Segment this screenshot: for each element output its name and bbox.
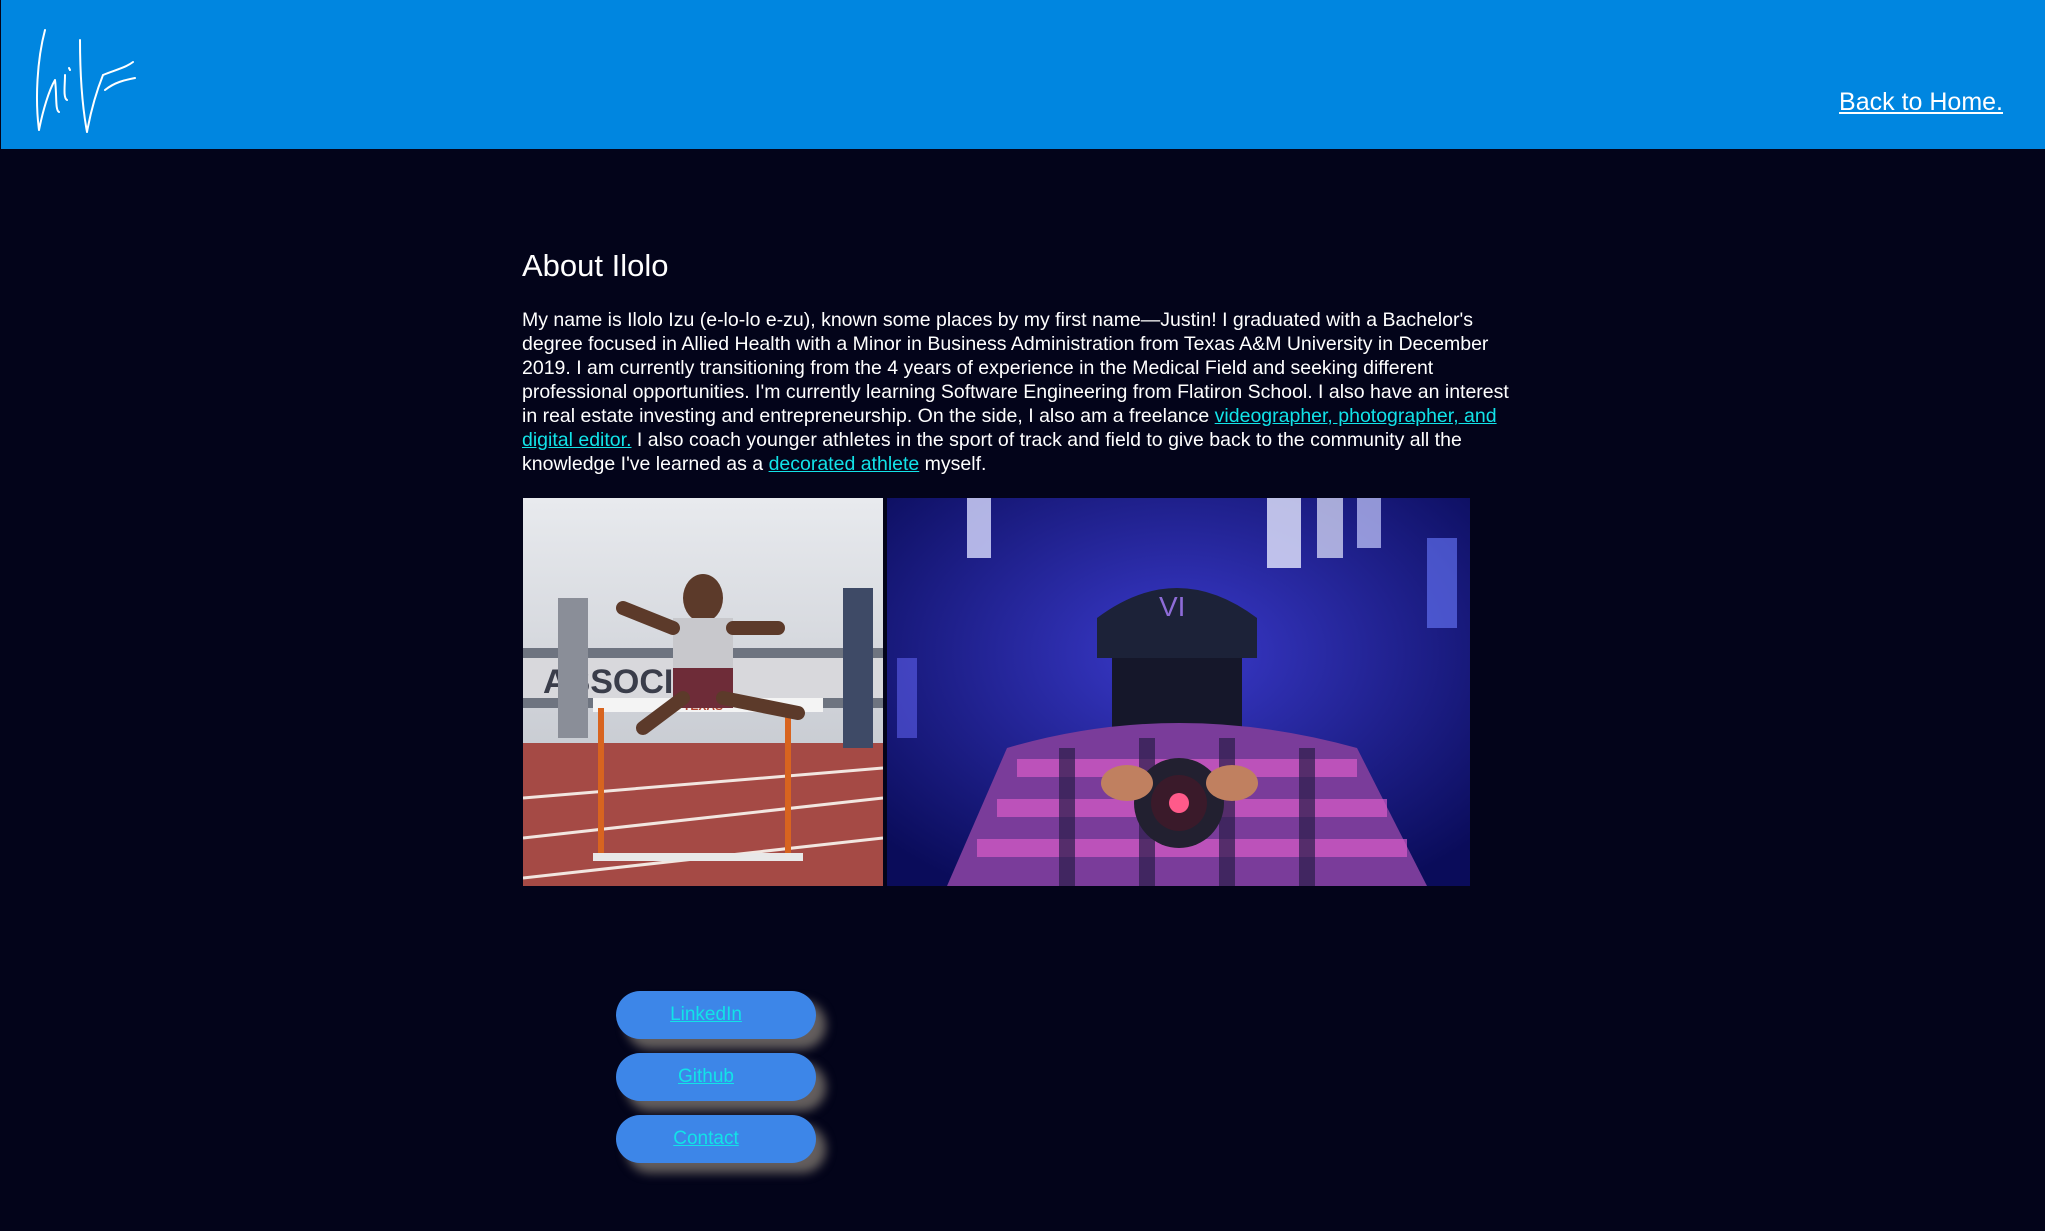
- about-text-2: I also coach younger athletes in the spo…: [522, 429, 1462, 475]
- github-button[interactable]: Github: [616, 1053, 816, 1101]
- signature-logo[interactable]: [25, 20, 145, 140]
- hurdler-photo: ASSOCIA TEXAS: [523, 498, 883, 886]
- social-links: LinkedIn Github Contact: [616, 991, 816, 1177]
- contact-button[interactable]: Contact: [616, 1115, 816, 1163]
- svg-text:VI: VI: [1159, 591, 1185, 622]
- github-label: Github: [678, 1066, 734, 1087]
- photographer-photo: VI: [887, 498, 1470, 886]
- linkedin-label: LinkedIn: [670, 1004, 742, 1025]
- photo-gallery: ASSOCIA TEXAS: [523, 498, 1470, 886]
- about-paragraph: My name is Ilolo Izu (e-lo-lo e-zu), kno…: [522, 308, 1522, 476]
- contact-label: Contact: [673, 1128, 739, 1149]
- linkedin-button[interactable]: LinkedIn: [616, 991, 816, 1039]
- about-text-3: myself.: [919, 453, 987, 475]
- decorated-athlete-link[interactable]: decorated athlete: [769, 453, 920, 475]
- about-section: About Ilolo My name is Ilolo Izu (e-lo-l…: [522, 248, 1522, 476]
- site-header: Back to Home.: [1, 0, 2045, 149]
- back-to-home-link[interactable]: Back to Home.: [1839, 88, 2003, 117]
- page-title: About Ilolo: [522, 248, 669, 283]
